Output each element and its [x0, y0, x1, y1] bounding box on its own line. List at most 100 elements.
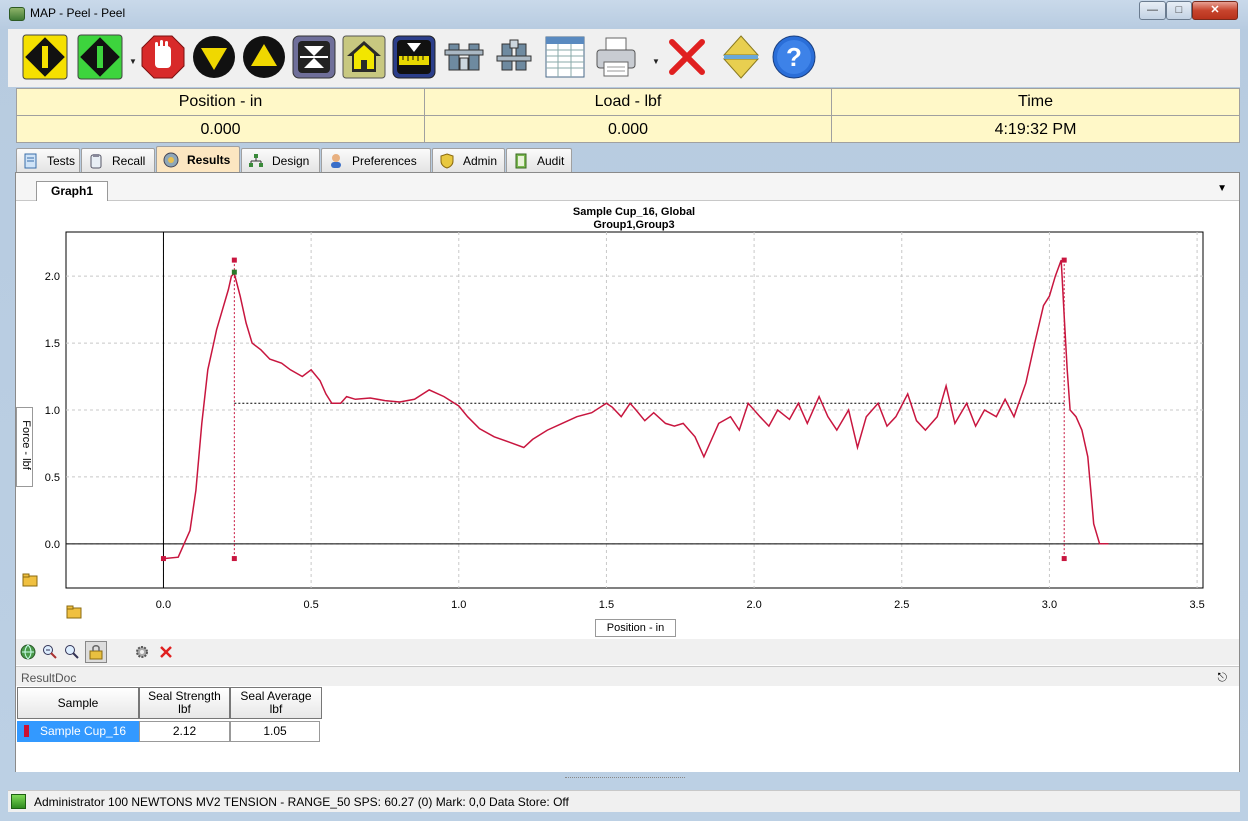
- grip-close-icon: [496, 39, 532, 71]
- spreadsheet-icon: [545, 36, 585, 78]
- tests-icon: [24, 153, 37, 168]
- globe-icon[interactable]: [20, 644, 36, 660]
- chart-tools: [16, 639, 1239, 665]
- pin-icon[interactable]: ⎋: [1218, 670, 1228, 685]
- settings-gear-icon[interactable]: [134, 644, 150, 660]
- axis-folder-icon[interactable]: [66, 604, 82, 620]
- x-tick-label: 3.5: [1189, 599, 1204, 611]
- zoom-in-icon[interactable]: [64, 644, 80, 660]
- tab-recall[interactable]: Recall: [81, 148, 155, 172]
- data-marker: [1061, 556, 1067, 562]
- column-header-seal-strength[interactable]: Seal Strength lbf: [139, 687, 230, 719]
- x-tick-label: 3.0: [1042, 599, 1057, 611]
- tab-recall-label: Recall: [112, 153, 146, 168]
- column-header-seal-average-line2: lbf: [269, 702, 283, 716]
- jog-down-button[interactable]: [22, 33, 68, 81]
- lock-button[interactable]: [85, 641, 107, 663]
- grip-open-button[interactable]: [441, 33, 487, 81]
- status-indicator-icon: [11, 794, 26, 809]
- chart-area: Sample Cup_16, Global Group1,Group3 0.0 0.5…: [16, 202, 1239, 639]
- position-readout: Position - in 0.000: [17, 89, 425, 142]
- help-icon: ?: [772, 35, 816, 79]
- application-window: MAP - Peel - Peel — □ ✕ ▼ ▼ ? Position -…: [0, 0, 1248, 821]
- jog-up-button[interactable]: [77, 33, 123, 81]
- tab-admin[interactable]: Admin: [432, 148, 505, 172]
- position-readout-value: 0.000: [200, 121, 241, 138]
- close-button[interactable]: ✕: [1192, 1, 1238, 20]
- graph-tabstrip: Graph1 ▼: [16, 173, 1239, 201]
- position-readout-label: Position - in: [17, 89, 424, 116]
- print-dropdown-arrow[interactable]: ▼: [652, 57, 660, 66]
- tab-design-label: Design: [272, 153, 310, 168]
- minimize-button[interactable]: —: [1139, 1, 1166, 20]
- x-tick-label: 0.0: [156, 599, 171, 611]
- tab-results[interactable]: Results: [156, 146, 240, 172]
- tab-admin-label: Admin: [463, 153, 498, 168]
- row-color-marker: [24, 725, 29, 737]
- tab-design[interactable]: Design: [241, 148, 320, 172]
- table-row-sample-cell[interactable]: Sample Cup_16: [17, 721, 139, 742]
- force-position-chart[interactable]: Sample Cup_16, GlobalGroup1,Group3 0.0 0.5…: [16, 202, 1239, 639]
- y-tick-label: 0.0: [45, 539, 60, 551]
- down-arrow-icon: [193, 36, 235, 78]
- table-row-seal-average-cell[interactable]: 1.05: [230, 721, 320, 742]
- tab-preferences[interactable]: Preferences: [321, 148, 431, 172]
- resultdoc-header: ResultDoc ⎋: [16, 666, 1239, 686]
- zero-position-button[interactable]: [391, 33, 437, 81]
- up-arrow-icon: [243, 36, 285, 78]
- status-bar: Administrator 100 NEWTONS MV2 TENSION - …: [8, 790, 1240, 812]
- grip-close-button[interactable]: [491, 33, 537, 81]
- graph-tab-menu-arrow[interactable]: ▼: [1217, 183, 1227, 194]
- stop-button[interactable]: [140, 33, 186, 81]
- delete-icon: [669, 39, 705, 75]
- chart-title: Sample Cup_16, Global: [573, 206, 695, 218]
- column-header-sample-label: Sample: [57, 695, 99, 710]
- tab-tests[interactable]: Tests: [16, 148, 80, 172]
- lock-icon: [89, 645, 103, 660]
- time-readout-label: Time: [832, 89, 1239, 116]
- print-button[interactable]: [593, 33, 639, 81]
- window-title: MAP - Peel - Peel: [30, 6, 126, 20]
- zero-load-button[interactable]: [291, 33, 337, 81]
- data-marker: [231, 257, 237, 263]
- printer-icon: [596, 37, 636, 77]
- tab-results-label: Results: [187, 152, 231, 167]
- time-readout-value: 4:19:32 PM: [994, 121, 1077, 138]
- sample-name: Sample Cup_16: [39, 724, 127, 738]
- zoom-out-icon[interactable]: [42, 644, 58, 660]
- spreadsheet-button[interactable]: [542, 33, 588, 81]
- move-up-button[interactable]: [241, 33, 287, 81]
- load-readout: Load - lbf 0.000: [425, 89, 832, 142]
- legend-folder-icon[interactable]: [22, 572, 38, 588]
- y-tick-label: 2.0: [45, 271, 60, 283]
- help-button[interactable]: ?: [771, 33, 817, 81]
- result-grid: Sample Seal Strength lbf Seal Average lbf …: [16, 686, 1239, 772]
- panel-splitter[interactable]: [565, 777, 685, 783]
- time-readout: Time 4:19:32 PM: [832, 89, 1239, 142]
- preferences-icon: [331, 153, 341, 168]
- x-tick-label: 0.5: [303, 599, 318, 611]
- graph-tab[interactable]: Graph1: [36, 181, 108, 201]
- x-axis-label: Position - in: [595, 619, 676, 637]
- maximize-button[interactable]: □: [1166, 1, 1192, 20]
- y-axis-label: Force - lbf: [20, 420, 32, 470]
- load-readout-value: 0.000: [607, 121, 649, 138]
- column-header-seal-average[interactable]: Seal Average lbf: [230, 687, 322, 719]
- balance-button[interactable]: [718, 33, 764, 81]
- table-row-seal-strength-cell[interactable]: 2.12: [139, 721, 230, 742]
- home-button[interactable]: [341, 33, 387, 81]
- peak-marker: [231, 269, 237, 275]
- tab-audit[interactable]: Audit: [506, 148, 572, 172]
- tab-audit-label: Audit: [537, 153, 565, 168]
- y-tick-label: 1.0: [45, 405, 60, 417]
- delete-button[interactable]: [664, 33, 710, 81]
- remove-icon[interactable]: [158, 644, 174, 660]
- jog-dropdown-arrow[interactable]: ▼: [129, 57, 137, 66]
- data-marker: [160, 556, 166, 562]
- svg-text:?: ?: [786, 42, 802, 72]
- x-tick-label: 1.0: [451, 599, 466, 611]
- readout-panel: Position - in 0.000 Load - lbf 0.000 Tim…: [16, 88, 1240, 143]
- move-down-button[interactable]: [191, 33, 237, 81]
- results-content: Graph1 ▼ Sample Cup_16, Global Group1,Gro…: [15, 172, 1240, 772]
- column-header-sample[interactable]: Sample: [17, 687, 139, 719]
